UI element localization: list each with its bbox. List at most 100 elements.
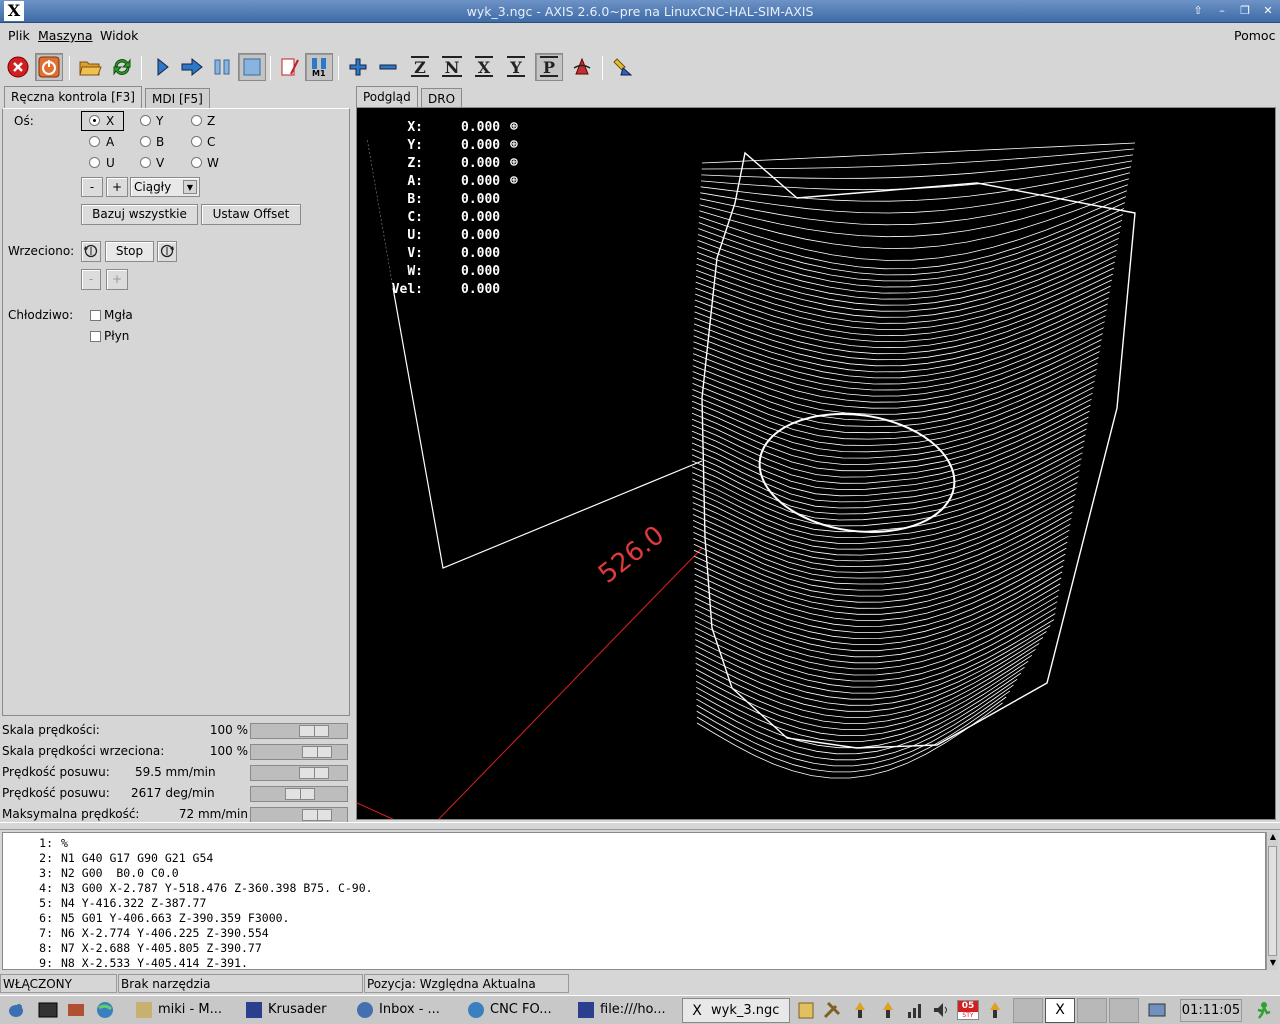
scroll-thumb[interactable] — [1268, 846, 1277, 956]
scroll-up-icon[interactable]: ▲ — [1268, 832, 1278, 844]
task-krusader[interactable]: Krusader — [240, 998, 346, 1023]
jog-speed-slider[interactable] — [250, 765, 348, 781]
tab-mdi[interactable]: MDI [F5] — [145, 88, 210, 109]
zoom-out-icon[interactable] — [374, 53, 402, 81]
axis-w-radio[interactable] — [191, 157, 202, 168]
minimize-button[interactable]: – — [1213, 3, 1231, 19]
rotate-view-icon[interactable] — [568, 53, 596, 81]
view-z-icon[interactable]: Z — [406, 53, 434, 81]
tray-icon-update[interactable] — [878, 1000, 898, 1020]
spindle-scale-slider[interactable] — [250, 744, 348, 760]
tab-dro[interactable]: DRO — [421, 88, 463, 109]
window-up-icon[interactable]: ⇧ — [1189, 3, 1207, 19]
browser-icon[interactable] — [95, 1000, 115, 1020]
desktop-pager-2[interactable]: X — [1045, 998, 1075, 1023]
desktop-pager-1[interactable] — [1013, 998, 1043, 1023]
run-from-line-icon[interactable] — [276, 53, 304, 81]
zoom-in-icon[interactable] — [344, 53, 372, 81]
gcode-listing[interactable]: 1:% 2: N1 G40 G17 G90 G21 G54 3: N2 G00 B0.0… — [2, 832, 1266, 970]
axis-u-radio[interactable] — [89, 157, 100, 168]
angular-jog-speed-slider[interactable] — [250, 786, 348, 802]
slider-thumb[interactable] — [285, 788, 315, 800]
menu-view[interactable]: Widok — [100, 28, 138, 43]
gcode-line[interactable]: 9: N8 X-2.533 Y-405.414 Z-391. — [3, 956, 1263, 971]
step-icon[interactable] — [178, 53, 206, 81]
set-offset-button[interactable]: Ustaw Offset — [201, 204, 301, 225]
gcode-line[interactable]: 1:% — [3, 836, 1263, 851]
tray-icon-notes[interactable] — [796, 1000, 816, 1020]
task-inbox[interactable]: Inbox - ... — [351, 998, 455, 1023]
gcode-line[interactable]: 5: N4 Y-416.322 Z-387.77 — [3, 896, 1263, 911]
pane-divider[interactable] — [0, 822, 1280, 830]
task-miki[interactable]: miki - M... — [130, 998, 233, 1023]
estop-icon[interactable] — [4, 53, 32, 81]
tab-manual-control[interactable]: Ręczna kontrola [F3] — [4, 86, 142, 109]
spindle-slower-button[interactable]: - — [81, 269, 101, 290]
mist-checkbox[interactable] — [90, 310, 101, 321]
slider-thumb[interactable] — [302, 746, 332, 758]
axis-y-radio[interactable] — [140, 115, 151, 126]
desktop-pager-4[interactable] — [1109, 998, 1139, 1023]
calendar-icon[interactable]: 05 STY — [957, 1000, 979, 1020]
scroll-down-icon[interactable]: ▼ — [1268, 958, 1278, 970]
axis-b-radio[interactable] — [140, 136, 151, 147]
gcode-line[interactable]: 6: N5 G01 Y-406.663 Z-390.359 F3000. — [3, 911, 1263, 926]
gcode-line[interactable]: 8: N7 X-2.688 Y-405.805 Z-390.77 — [3, 941, 1263, 956]
home-all-button[interactable]: Bazuj wszystkie — [81, 204, 198, 225]
jog-minus-button[interactable]: - — [81, 177, 103, 197]
axis-a-radio[interactable] — [89, 136, 100, 147]
gcode-line[interactable]: 2: N1 G40 G17 G90 G21 G54 — [3, 851, 1263, 866]
menu-file[interactable]: Plik — [8, 28, 30, 43]
clock[interactable]: 01:11:05 — [1180, 999, 1242, 1022]
gcode-line[interactable]: 3: N2 G00 B0.0 C0.0 — [3, 866, 1263, 881]
menu-help[interactable]: Pomoc — [1234, 28, 1275, 43]
view-x-icon[interactable]: X — [470, 53, 498, 81]
chevron-down-icon[interactable]: ▼ — [183, 180, 197, 194]
open-file-icon[interactable] — [76, 53, 104, 81]
gcode-line[interactable]: 7: N6 X-2.774 Y-406.225 Z-390.554 — [3, 926, 1263, 941]
optional-stop-icon[interactable]: M1 — [305, 53, 333, 81]
run-icon[interactable] — [148, 53, 176, 81]
axis-x-radio[interactable] — [89, 115, 100, 126]
desktop-pager-3[interactable] — [1077, 998, 1107, 1023]
gcode-scrollbar[interactable]: ▲ ▼ — [1266, 832, 1278, 970]
flood-checkbox[interactable] — [90, 331, 101, 342]
slider-thumb[interactable] — [299, 767, 329, 779]
maximize-button[interactable]: ❐ — [1236, 3, 1254, 19]
view-p-icon[interactable]: P — [535, 53, 563, 81]
stop-icon[interactable] — [238, 53, 266, 81]
slider-thumb[interactable] — [302, 809, 332, 821]
view-z2-icon[interactable]: N — [438, 53, 466, 81]
tray-icon-network[interactable] — [850, 1000, 870, 1020]
spindle-faster-button[interactable]: + — [106, 269, 128, 290]
task-axis[interactable]: Xwyk_3.ngc — [682, 998, 790, 1023]
tray-icon-tools[interactable] — [822, 1000, 842, 1020]
close-button[interactable]: ✕ — [1259, 3, 1277, 19]
slider-thumb[interactable] — [299, 725, 329, 737]
pause-icon[interactable] — [208, 53, 236, 81]
exit-icon[interactable] — [1254, 1000, 1274, 1020]
display-settings-icon[interactable] — [1147, 1000, 1167, 1020]
max-velocity-slider[interactable] — [250, 807, 348, 823]
speed-scale-slider[interactable] — [250, 723, 348, 739]
signal-icon[interactable] — [906, 1000, 926, 1020]
tray-icon-tux[interactable] — [985, 1000, 1005, 1020]
start-menu-icon[interactable] — [6, 1000, 26, 1020]
spindle-cw-button[interactable] — [157, 241, 177, 262]
axis-v-radio[interactable] — [140, 157, 151, 168]
jog-plus-button[interactable]: + — [106, 177, 128, 197]
spindle-stop-button[interactable]: Stop — [105, 241, 154, 262]
power-icon[interactable] — [35, 53, 63, 81]
spindle-ccw-button[interactable] — [81, 241, 101, 262]
jog-mode-select[interactable]: Ciągły ▼ — [130, 177, 200, 197]
tab-preview[interactable]: Podgląd — [356, 86, 418, 109]
task-file-browser[interactable]: file:///ho... — [572, 998, 676, 1023]
axis-c-radio[interactable] — [191, 136, 202, 147]
task-cnc-forum[interactable]: CNC FO... — [462, 998, 566, 1023]
terminal-icon[interactable] — [38, 1000, 58, 1020]
system-tools-icon[interactable] — [66, 1000, 86, 1020]
volume-icon[interactable] — [931, 1000, 951, 1020]
toolpath-preview[interactable]: 526.0 X: 0.000 ⊕ Y: 0.000 ⊕ Z: 0.000 ⊕ A: 0.000 ⊕ B:… — [356, 107, 1276, 820]
reload-icon[interactable] — [108, 53, 136, 81]
axis-z-radio[interactable] — [191, 115, 202, 126]
